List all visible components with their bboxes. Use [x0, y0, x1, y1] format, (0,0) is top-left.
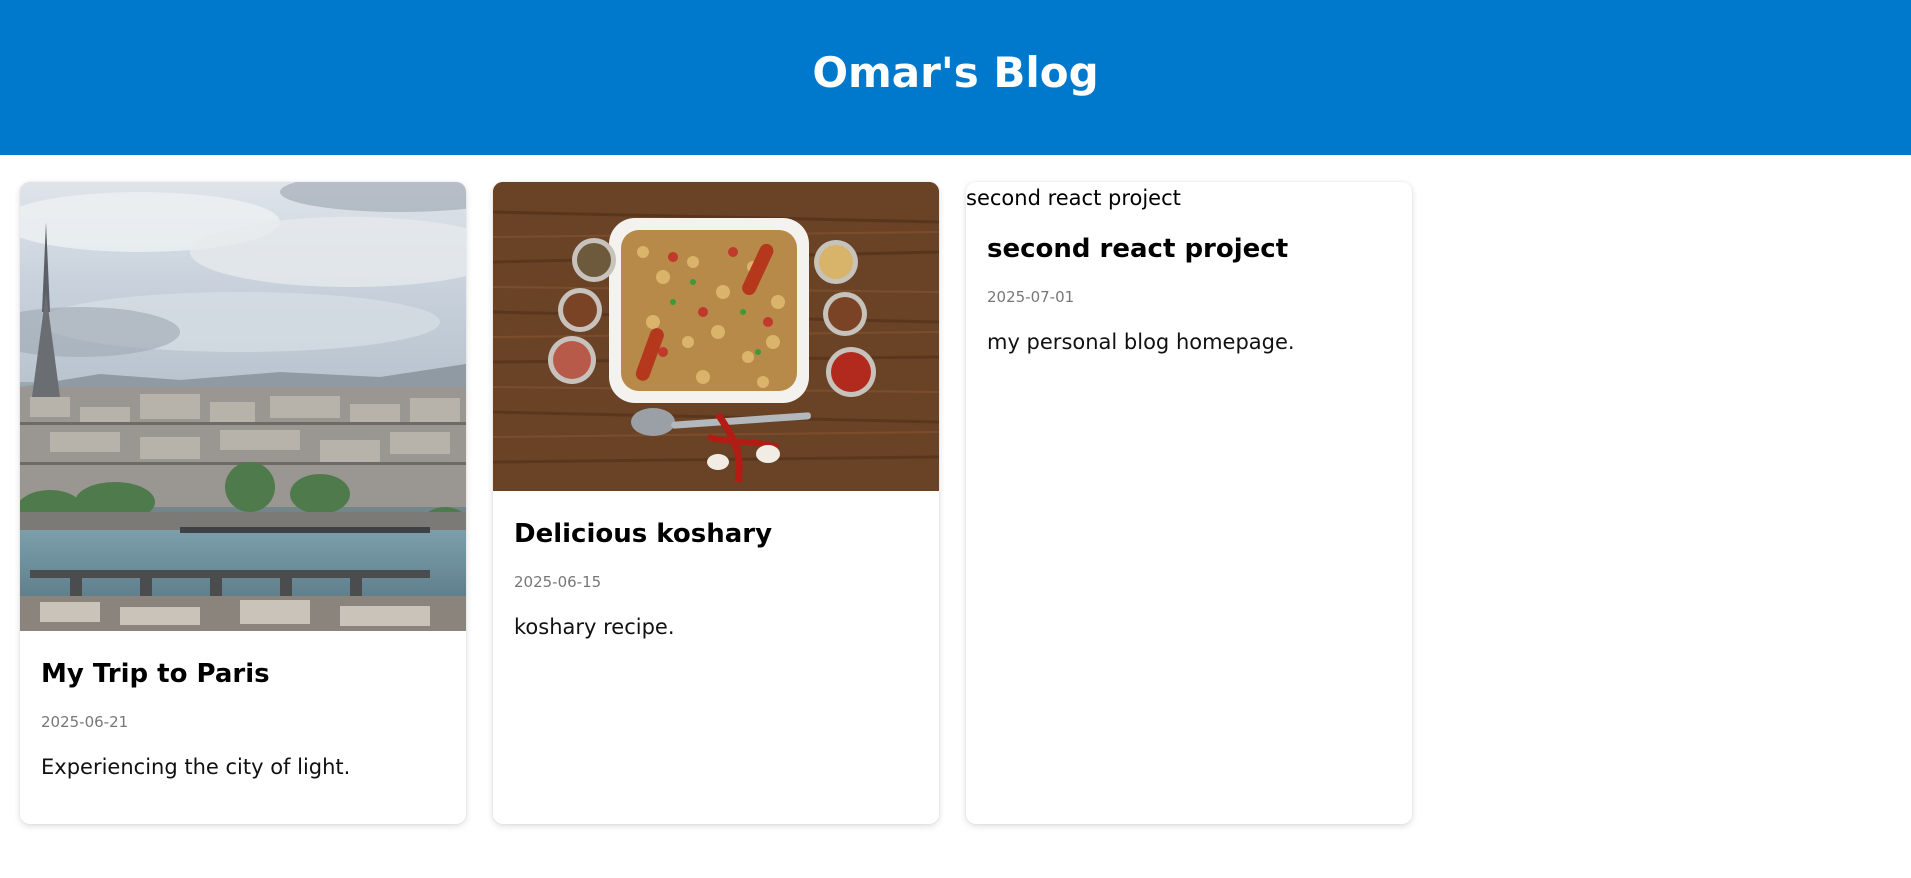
site-header: Omar's Blog: [0, 0, 1911, 155]
posts-grid: My Trip to Paris 2025-06-21 Experiencing…: [20, 182, 1412, 824]
paris-cityscape-image: [20, 182, 466, 631]
broken-image-alt-text: second react project: [966, 186, 1181, 210]
post-card-body: My Trip to Paris 2025-06-21 Experiencing…: [20, 631, 466, 779]
post-title[interactable]: Delicious koshary: [514, 519, 918, 549]
post-card-paris[interactable]: My Trip to Paris 2025-06-21 Experiencing…: [20, 182, 466, 824]
koshary-dish-image: [493, 182, 939, 491]
post-description: my personal blog homepage.: [987, 330, 1295, 354]
site-title: Omar's Blog: [812, 48, 1099, 97]
post-card-body: Delicious koshary 2025-06-15 koshary rec…: [493, 491, 939, 639]
post-title[interactable]: second react project: [987, 234, 1391, 264]
post-date: 2025-06-21: [41, 713, 129, 731]
post-image-koshary: [493, 182, 939, 491]
post-description: koshary recipe.: [514, 615, 675, 639]
post-title[interactable]: My Trip to Paris: [41, 659, 445, 689]
post-date: 2025-06-15: [514, 573, 602, 591]
post-image-paris: [20, 182, 466, 631]
post-date: 2025-07-01: [987, 288, 1075, 306]
post-card-koshary[interactable]: Delicious koshary 2025-06-15 koshary rec…: [493, 182, 939, 824]
post-card-react-project[interactable]: second react project second react projec…: [966, 182, 1412, 824]
post-description: Experiencing the city of light.: [41, 755, 351, 779]
